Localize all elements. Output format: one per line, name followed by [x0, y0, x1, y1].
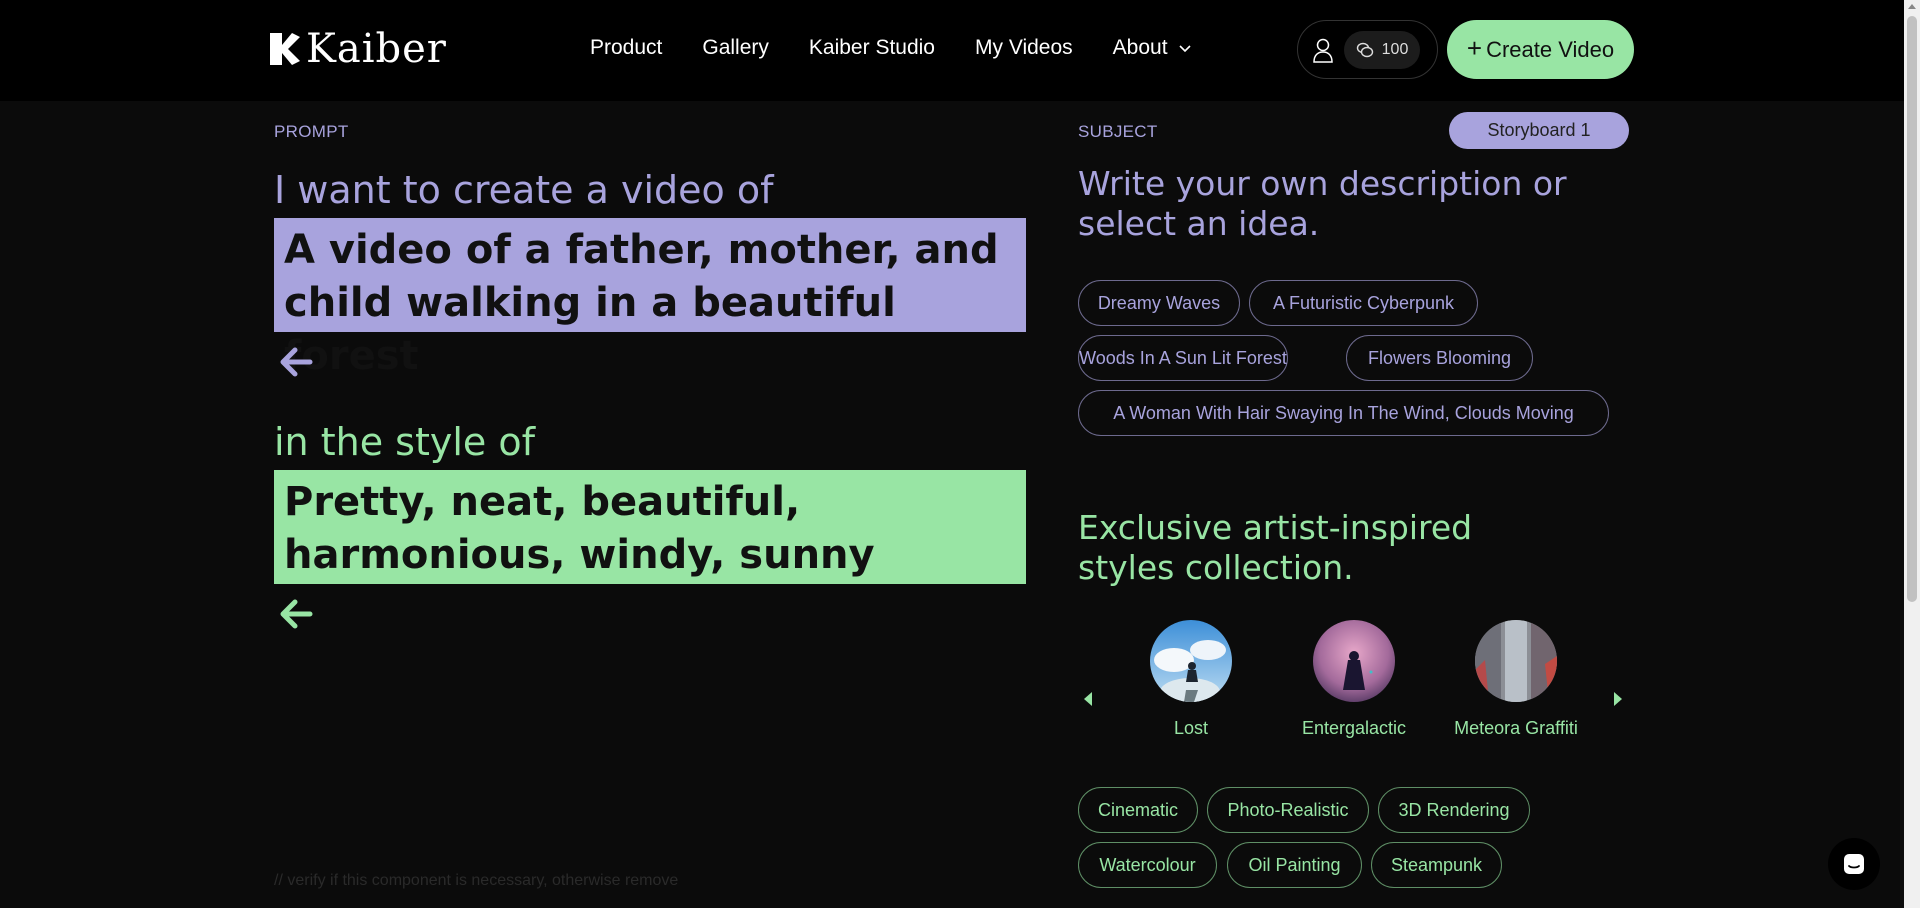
chat-icon — [1844, 854, 1864, 874]
artist-thumbnail — [1475, 620, 1557, 702]
create-video-button[interactable]: + Create Video — [1447, 20, 1634, 79]
styles-heading-line2: styles collection. — [1078, 548, 1354, 587]
page-scrollbar[interactable] — [1904, 0, 1920, 908]
account-menu[interactable]: 100 — [1297, 20, 1438, 79]
subject-prompt-text[interactable]: A video of a father, mother, and child w… — [274, 218, 1026, 379]
subject-label: SUBJECT — [1078, 122, 1158, 141]
nav-gallery[interactable]: Gallery — [702, 36, 769, 60]
artist-name: Meteora Graffiti — [1454, 718, 1578, 738]
create-video-label: Create Video — [1486, 36, 1615, 62]
style-tag-chip[interactable]: Cinematic — [1078, 787, 1198, 833]
kaiber-logo[interactable]: Kaiber — [268, 26, 447, 72]
scroll-up-icon[interactable] — [1908, 4, 1916, 9]
prompt-intro: I want to create a video of — [274, 168, 774, 212]
artist-name: Entergalactic — [1301, 718, 1407, 738]
prompt-label: PROMPT — [274, 122, 349, 141]
top-navigation-bar: Kaiber Product Gallery Kaiber Studio My … — [0, 0, 1904, 101]
idea-chip[interactable]: Woods In A Sun Lit Forest — [1078, 335, 1288, 381]
credits-badge: 100 — [1344, 30, 1420, 69]
idea-chip[interactable]: Flowers Blooming — [1346, 335, 1533, 381]
nav-my-videos[interactable]: My Videos — [975, 36, 1073, 60]
nav-product[interactable]: Product — [590, 36, 662, 60]
style-tag-chip[interactable]: Oil Painting — [1227, 842, 1362, 888]
back-arrow-icon[interactable] — [278, 597, 314, 631]
scroll-thumb[interactable] — [1907, 16, 1917, 602]
artist-name: Lost — [1173, 718, 1209, 738]
artist-style-card[interactable]: Entergalactic — [1279, 620, 1429, 739]
storyboard-button[interactable]: Storyboard 1 — [1449, 112, 1629, 149]
style-tag-chip[interactable]: Photo-Realistic — [1207, 787, 1369, 833]
idea-chip[interactable]: A Futuristic Cyberpunk — [1249, 280, 1478, 326]
artist-thumbnail — [1150, 620, 1232, 702]
user-icon — [1313, 38, 1333, 63]
chat-launcher-button[interactable] — [1828, 838, 1880, 890]
idea-chip[interactable]: A Woman With Hair Swaying In The Wind, C… — [1078, 390, 1609, 436]
chevron-down-icon — [1178, 45, 1191, 53]
kaiber-logo-icon — [270, 33, 300, 65]
nav-about-label: About — [1112, 36, 1168, 59]
carousel-next-icon[interactable] — [1614, 692, 1622, 706]
coins-icon — [1356, 42, 1373, 57]
style-intro: in the style of — [274, 420, 535, 464]
main-nav: Product Gallery Kaiber Studio My Videos … — [590, 36, 1192, 60]
idea-chip[interactable]: Dreamy Waves — [1078, 280, 1240, 326]
plus-icon: + — [1466, 33, 1483, 63]
nav-kaiber-studio[interactable]: Kaiber Studio — [809, 36, 935, 60]
style-prompt-text[interactable]: Pretty, neat, beautiful, harmonious, win… — [274, 470, 1026, 584]
artist-thumbnail — [1313, 620, 1395, 702]
artist-style-card[interactable]: Lost — [1116, 620, 1266, 739]
credits-count: 100 — [1381, 40, 1409, 58]
styles-heading: Exclusive artist-inspired styles collect… — [1078, 508, 1472, 588]
subject-heading: Write your own description or select an … — [1078, 164, 1567, 243]
dev-comment: // verify if this component is necessary… — [274, 872, 679, 889]
style-tag-chip[interactable]: Watercolour — [1078, 842, 1217, 888]
style-tag-chip[interactable]: Steampunk — [1371, 842, 1502, 888]
artist-style-card[interactable]: Meteora Graffiti — [1441, 620, 1591, 739]
styles-heading-line1: Exclusive artist-inspired — [1078, 508, 1473, 547]
logo-text: Kaiber — [306, 26, 447, 72]
style-tag-chip[interactable]: 3D Rendering — [1378, 787, 1530, 833]
back-arrow-icon[interactable] — [278, 345, 314, 379]
carousel-prev-icon[interactable] — [1084, 692, 1092, 706]
nav-about[interactable]: About — [1113, 36, 1192, 60]
